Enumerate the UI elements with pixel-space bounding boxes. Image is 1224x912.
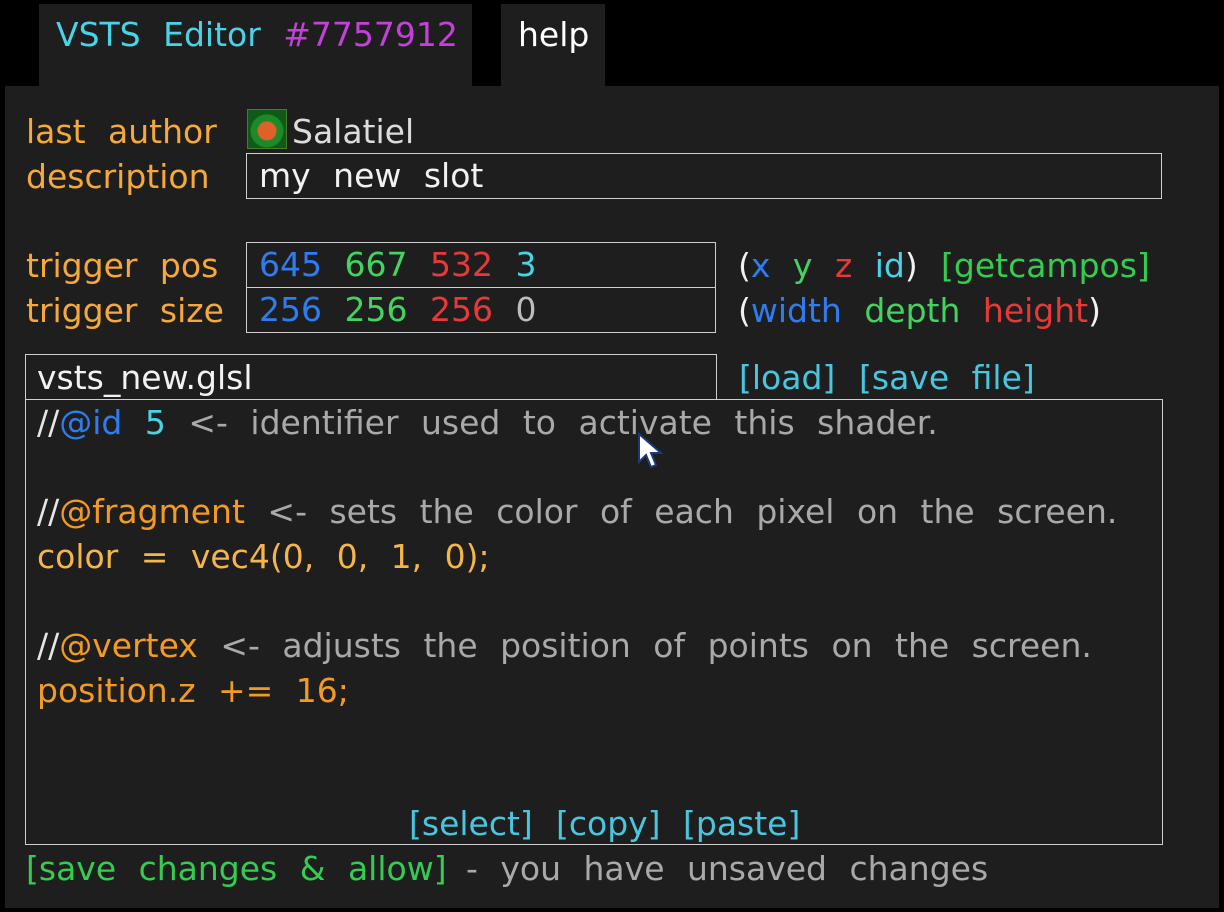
hint-x: x — [750, 246, 771, 285]
getcampos-link[interactable]: [getcampos] — [941, 246, 1150, 286]
code-editor[interactable] — [25, 399, 1163, 845]
hint-depth: depth — [864, 291, 961, 330]
trigger-size-d: 256 — [344, 290, 408, 329]
hint-height: height — [982, 291, 1089, 330]
trigger-size-values: 256 256 256 0 — [259, 290, 537, 330]
code-line-3: //@fragment <- sets the color of each pi… — [37, 492, 1117, 532]
trigger-size-extra: 0 — [515, 290, 537, 329]
unsaved-status: - you have unsaved changes — [466, 849, 989, 888]
save-changes-allow-link[interactable]: [save changes & allow] — [26, 849, 447, 889]
trigger-pos-hint: (x y z id) — [738, 246, 918, 286]
paste-link[interactable]: [paste] — [683, 804, 800, 844]
tab-help[interactable]: help — [501, 4, 605, 86]
hint-y: y — [792, 246, 813, 285]
description-label: description — [26, 157, 210, 196]
trigger-size-hint: (width depth height) — [738, 291, 1101, 331]
code-comment: <- identifier used to activate this shad… — [188, 403, 938, 442]
code-comment: <- adjusts the position of points on the… — [220, 626, 1092, 665]
code-line-6: //@vertex <- adjusts the position of poi… — [37, 626, 1092, 666]
paren-close: ) — [904, 246, 918, 285]
code-comment: <- sets the color of each pixel on the s… — [267, 492, 1118, 531]
tab-editor-label: VSTS Editor — [56, 15, 261, 54]
load-link[interactable]: [load] — [739, 358, 835, 398]
author-name[interactable]: Salatiel — [292, 112, 414, 152]
trigger-pos-field[interactable]: 645 667 532 3 — [246, 242, 716, 288]
comment-prefix: // — [37, 403, 60, 442]
code-line-1: //@id 5 <- identifier used to activate t… — [37, 403, 938, 443]
hint-id: id — [874, 246, 905, 285]
paren-open: ( — [738, 246, 751, 285]
select-link[interactable]: [select] — [409, 804, 533, 844]
description-value: my new slot — [259, 156, 484, 195]
code-line-4: color = vec4(0, 0, 1, 0); — [37, 537, 490, 576]
code-id-value: 5 — [144, 403, 166, 442]
code-line-7: position.z += 16; — [37, 671, 349, 710]
paren-open: ( — [738, 291, 751, 330]
save-file-link[interactable]: [save file] — [859, 358, 1035, 398]
hint-z: z — [834, 246, 853, 285]
trigger-size-h: 256 — [430, 290, 493, 329]
hint-width: width — [750, 291, 842, 330]
tab-editor-id: #7757912 — [283, 15, 458, 54]
comment-prefix: // — [37, 492, 60, 531]
last-author-label: last author — [26, 112, 217, 151]
trigger-size-label: trigger size — [26, 291, 224, 330]
avatar-icon[interactable] — [247, 109, 287, 149]
copy-link[interactable]: [copy] — [556, 804, 661, 844]
code-tag-vertex: @vertex — [59, 626, 198, 665]
trigger-pos-z: 532 — [430, 245, 493, 284]
trigger-size-w: 256 — [259, 290, 322, 329]
trigger-pos-x: 645 — [259, 245, 322, 284]
mouse-pointer-icon — [637, 431, 665, 480]
tab-editor[interactable]: VSTS Editor #7757912 — [39, 4, 472, 86]
trigger-size-field[interactable]: 256 256 256 0 — [246, 287, 716, 333]
code-tag-fragment: @fragment — [59, 492, 245, 531]
trigger-pos-label: trigger pos — [26, 246, 219, 285]
paren-close: ) — [1088, 291, 1101, 330]
filename-value: vsts_new.glsl — [37, 358, 253, 397]
comment-prefix: // — [37, 626, 60, 665]
description-field[interactable]: my new slot — [246, 153, 1162, 199]
filename-field[interactable]: vsts_new.glsl — [25, 354, 717, 400]
code-tag-id: @id — [59, 403, 123, 442]
trigger-pos-id: 3 — [515, 245, 537, 284]
trigger-pos-y: 667 — [344, 245, 408, 284]
tab-help-label: help — [518, 15, 590, 54]
trigger-pos-values: 645 667 532 3 — [259, 245, 537, 285]
